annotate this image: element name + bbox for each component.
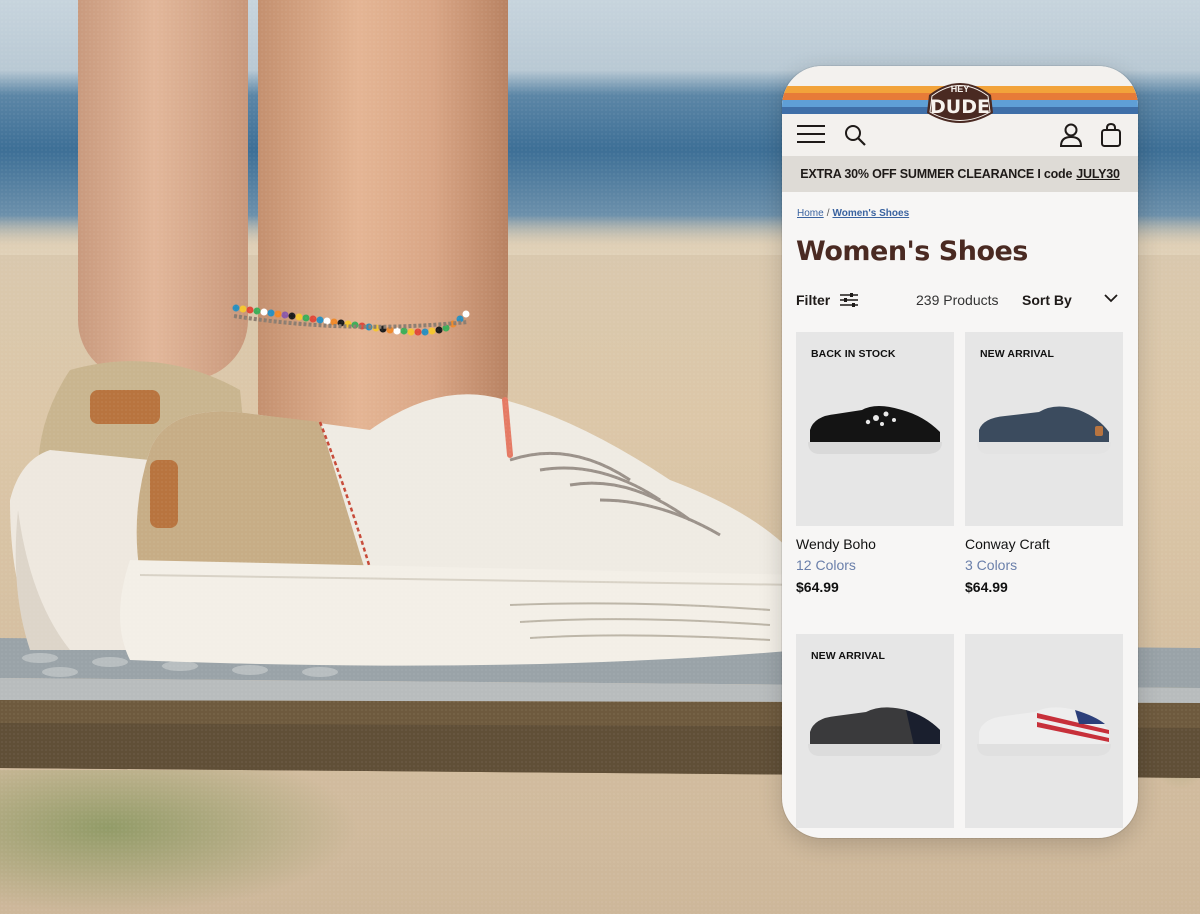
black-shoe-image: [808, 406, 942, 454]
logo-top-text: HEY: [951, 84, 970, 94]
listing-toolbar: Filter 239 Products Sort By: [796, 290, 1124, 312]
page-title: Women's Shoes: [796, 236, 1028, 267]
hamburger-menu-icon[interactable]: [796, 122, 826, 146]
product-image[interactable]: [965, 634, 1123, 828]
product-badge: BACK IN STOCK: [811, 348, 896, 360]
promo-banner[interactable]: EXTRA 30% OFF SUMMER CLEARANCE I code JU…: [782, 156, 1138, 192]
product-card[interactable]: NEW ARRIVAL Conway Craft 3 Colors $64.99: [965, 332, 1123, 595]
product-card[interactable]: BACK IN STOCK Wendy Boho 12 Colors $64.9…: [796, 332, 954, 595]
product-card[interactable]: NEW ARRIVAL: [796, 634, 954, 828]
brand-logo[interactable]: HEY DUDE: [923, 77, 997, 127]
chevron-down-icon[interactable]: [1104, 294, 1118, 303]
product-name[interactable]: Conway Craft: [965, 536, 1123, 552]
product-image[interactable]: NEW ARRIVAL: [965, 332, 1123, 526]
product-badge: NEW ARRIVAL: [811, 650, 886, 662]
breadcrumb-home-link[interactable]: Home: [797, 208, 824, 219]
breadcrumb-separator: /: [826, 208, 830, 219]
product-badge: NEW ARRIVAL: [980, 348, 1055, 360]
product-image[interactable]: BACK IN STOCK: [796, 332, 954, 526]
navy-shoe-image: [977, 406, 1111, 454]
shopping-bag-icon[interactable]: [1098, 122, 1124, 148]
product-image[interactable]: NEW ARRIVAL: [796, 634, 954, 828]
account-icon[interactable]: [1058, 122, 1084, 148]
flag-shoe-image: [977, 707, 1111, 756]
charcoal-shoe-image: [808, 707, 942, 756]
filter-label: Filter: [796, 292, 831, 308]
logo-bottom-text: DUDE: [930, 96, 990, 118]
sort-by-dropdown[interactable]: Sort By: [1022, 292, 1072, 308]
product-price: $64.99: [796, 579, 839, 595]
product-card[interactable]: [965, 634, 1123, 828]
product-price: $64.99: [965, 579, 1008, 595]
promo-code[interactable]: JULY30: [1076, 167, 1120, 181]
product-count: 239 Products: [916, 292, 999, 308]
product-name[interactable]: Wendy Boho: [796, 536, 954, 552]
breadcrumb-current-link[interactable]: Women's Shoes: [832, 208, 909, 219]
product-colors: 3 Colors: [965, 557, 1018, 573]
sliders-icon: [840, 293, 859, 307]
search-icon[interactable]: [842, 122, 868, 148]
promo-text: EXTRA 30% OFF SUMMER CLEARANCE I code: [800, 167, 1073, 181]
breadcrumb: Home / Women's Shoes: [797, 208, 909, 219]
phone-frame: HEY DUDE EXTRA 30% OFF SUMMER CLEARANCE …: [782, 66, 1138, 838]
product-colors: 12 Colors: [796, 557, 856, 573]
filter-button[interactable]: Filter: [796, 292, 859, 308]
